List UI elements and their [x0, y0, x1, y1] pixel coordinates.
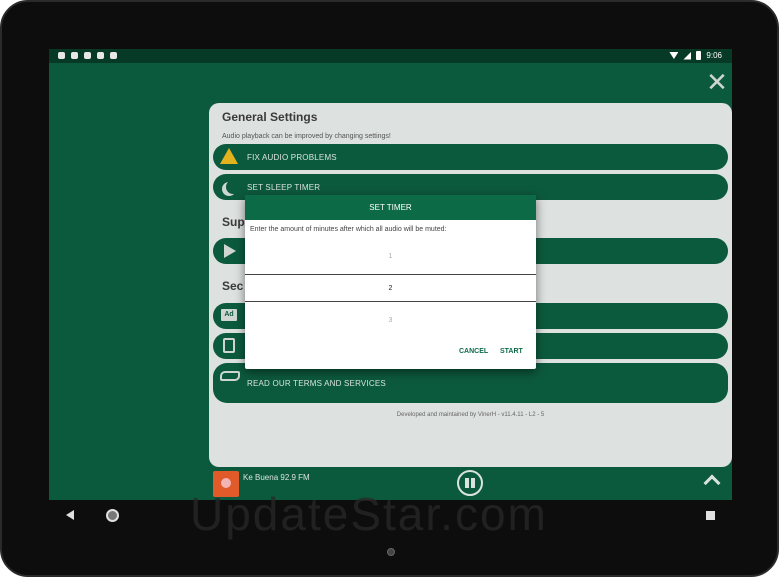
system-icons: 9:06	[669, 51, 722, 60]
dialog-title: SET TIMER	[245, 195, 536, 220]
panel-subtitle: Audio playback can be improved by changi…	[222, 133, 391, 140]
version-note: Developed and maintained by VinerH - v11…	[396, 412, 545, 418]
start-button[interactable]: START	[500, 348, 523, 355]
clipboard-icon	[223, 338, 235, 353]
panel-title: General Settings	[222, 110, 318, 124]
home-icon[interactable]	[106, 509, 119, 522]
back-icon[interactable]	[66, 510, 74, 520]
notification-icon	[58, 52, 65, 59]
moon-icon	[226, 180, 240, 194]
station-name: Ke Buena 92.9 FM	[243, 473, 310, 482]
terms-label: READ OUR TERMS AND SERVICES	[247, 379, 386, 388]
fix-audio-label: FIX AUDIO PROBLEMS	[247, 153, 337, 162]
security-section-title: Sec	[222, 279, 244, 293]
picker-divider	[245, 301, 536, 302]
notification-icon	[84, 52, 91, 59]
notification-icons	[58, 52, 117, 59]
watermark: UpdateStar.com	[190, 488, 548, 540]
ad-icon: Ad	[221, 309, 237, 321]
fix-audio-button[interactable]: FIX AUDIO PROBLEMS	[213, 144, 728, 170]
close-icon[interactable]: ✕	[704, 69, 730, 95]
camera-icon	[387, 548, 395, 556]
notification-icon	[97, 52, 104, 59]
signal-icon	[683, 51, 692, 60]
recents-icon[interactable]	[706, 511, 715, 520]
terms-button[interactable]: READ OUR TERMS AND SERVICES	[213, 363, 728, 403]
app-screen: 9:06 ✕ General Settings Audio playback c…	[49, 49, 732, 500]
picker-divider	[245, 274, 536, 275]
picker-option[interactable]: 3	[245, 317, 536, 324]
handshake-icon	[220, 371, 240, 381]
status-bar: 9:06	[49, 49, 732, 63]
chevron-up-icon[interactable]	[703, 474, 721, 492]
cancel-button[interactable]: CANCEL	[459, 348, 488, 355]
dialog-message: Enter the amount of minutes after which …	[250, 226, 447, 233]
support-section-title: Sup	[222, 215, 245, 229]
wifi-icon	[669, 52, 679, 59]
set-timer-dialog: SET TIMER Enter the amount of minutes af…	[245, 195, 536, 369]
notification-icon	[71, 52, 78, 59]
notification-icon	[110, 52, 117, 59]
status-time: 9:06	[706, 51, 722, 60]
play-store-icon	[224, 244, 236, 258]
picker-selected[interactable]: 2	[245, 285, 536, 292]
picker-option[interactable]: 1	[245, 253, 536, 260]
warning-icon	[220, 148, 238, 164]
sleep-timer-label: SET SLEEP TIMER	[247, 183, 321, 192]
tablet-frame: 9:06 ✕ General Settings Audio playback c…	[0, 0, 779, 577]
battery-icon	[696, 51, 702, 60]
